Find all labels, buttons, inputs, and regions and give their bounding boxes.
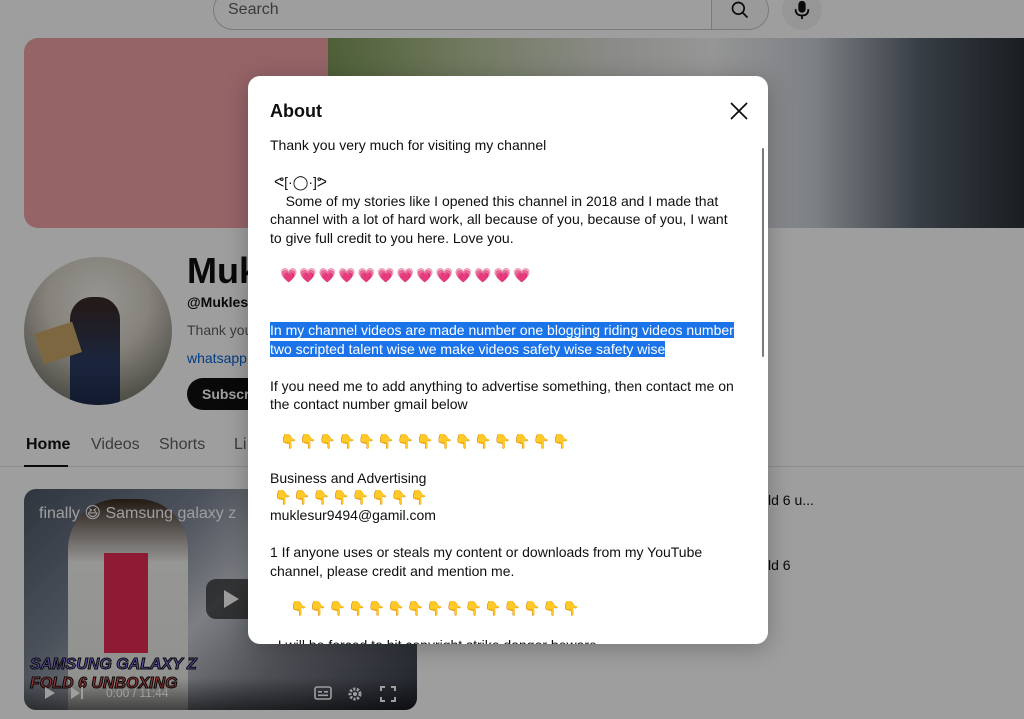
about-paragraph: Thank you very much for visiting my chan… (270, 137, 547, 153)
close-button[interactable] (724, 96, 754, 126)
dialog-title: About (270, 101, 322, 121)
pointing-emoji-row: 👇👇👇👇👇👇👇👇 (274, 488, 430, 505)
pointing-emoji-row: 👇👇👇👇👇👇👇👇👇👇👇👇👇👇👇 (290, 599, 582, 616)
about-dialog: About Thank you very much for visiting m… (248, 76, 768, 644)
about-paragraph: 1 If anyone uses or steals my content or… (270, 544, 703, 579)
about-paragraph: I will be forced to hit copyright strike… (270, 636, 736, 645)
about-paragraph: If you need me to add anything to advert… (270, 377, 734, 413)
about-paragraph: Business and Advertising (270, 470, 427, 486)
pointing-emoji-row: 👇👇👇👇👇👇👇👇👇👇👇👇👇👇👇 (280, 433, 572, 449)
heart-emoji-row: 💗💗💗💗💗💗💗💗💗💗💗💗💗 (280, 266, 533, 283)
selected-text: In my channel videos are made number one… (270, 322, 734, 357)
dialog-scrollbar[interactable] (762, 148, 764, 357)
about-paragraph: ᕙ[·◯·]ᕗ (274, 174, 328, 190)
about-description: Thank you very much for visiting my chan… (270, 136, 736, 644)
about-paragraph-selected: In my channel videos are made number one… (270, 321, 736, 358)
about-paragraph: Some of my stories like I opened this ch… (270, 192, 732, 246)
contact-email: muklesur9494@gamil.com (270, 507, 436, 523)
close-icon (730, 102, 748, 120)
